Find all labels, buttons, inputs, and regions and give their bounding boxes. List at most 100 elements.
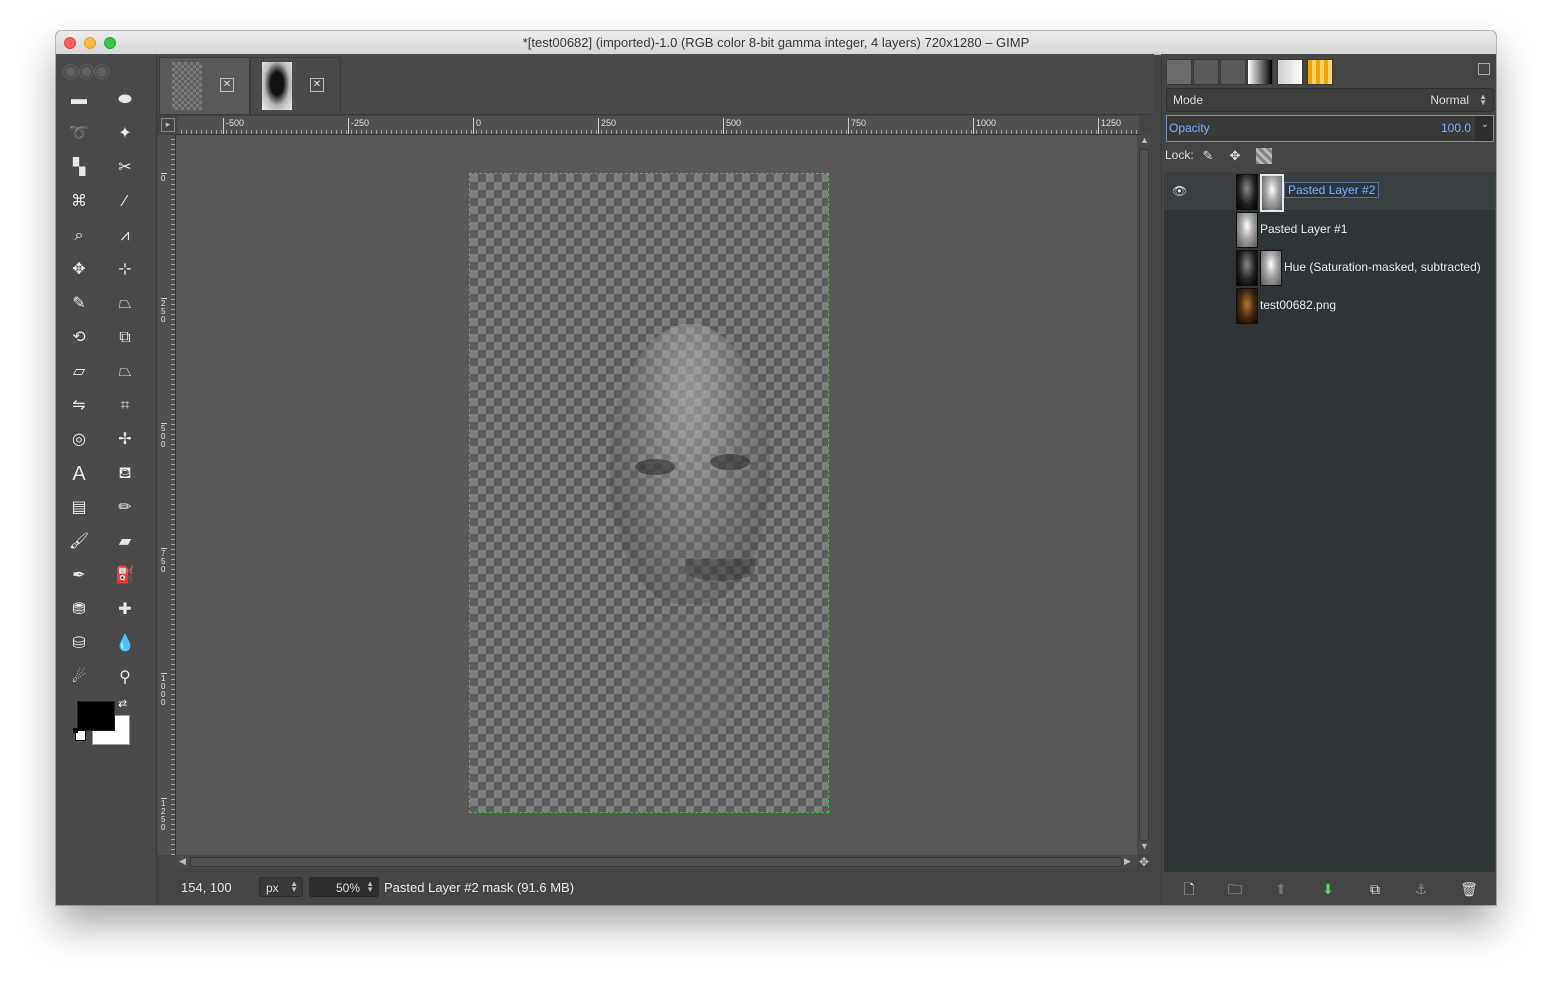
close-tab-icon[interactable]: ✕	[220, 78, 234, 92]
quick-mask-toggle-icon[interactable]: ▸	[161, 118, 175, 132]
zoom-icon[interactable]: ⌕	[66, 223, 92, 249]
scroll-up-icon[interactable]: ▲	[1140, 135, 1149, 145]
scissors-select-icon[interactable]: ✂	[112, 155, 138, 181]
layers-buttons: 🗋 🗀 ⬆ ⬇ ⧉ ⚓ 🗑	[1162, 872, 1496, 905]
ruler-label: 0	[161, 173, 167, 183]
layer-mode-select[interactable]: Mode Normal ▲ ▼	[1166, 88, 1494, 112]
chevron-down-icon[interactable]: ⌄	[1481, 120, 1489, 130]
fuzzy-select-icon[interactable]: ✦	[112, 121, 138, 147]
cage-transform-icon[interactable]: ⌗	[112, 393, 138, 419]
pencil-icon[interactable]: ✏	[112, 495, 138, 521]
anchor-layer-icon[interactable]: ⚓	[1412, 880, 1430, 898]
gradient-tab-icon[interactable]	[1247, 59, 1273, 85]
bucket-fill-icon[interactable]: ⛾	[112, 461, 138, 487]
face-detail	[630, 614, 740, 734]
patterns-tab-icon[interactable]	[1277, 59, 1303, 85]
dodge-burn-icon[interactable]: ⚲	[112, 665, 138, 691]
horizontal-ruler[interactable]: -500 -250 0 250 500 750 1000 1250	[177, 116, 1139, 135]
default-colors-icon[interactable]	[73, 728, 86, 741]
unit-select[interactable]: px ▲ ▼	[259, 877, 303, 897]
chevron-updown-icon: ▲ ▼	[290, 879, 298, 894]
align-icon[interactable]: ⊹	[112, 257, 138, 283]
zoom-select[interactable]: 50% ▲ ▼	[309, 877, 379, 897]
text-icon[interactable]: A	[66, 461, 92, 487]
heal-icon[interactable]: ✚	[112, 597, 138, 623]
scroll-right-icon[interactable]: ▶	[1124, 856, 1131, 867]
layer-name: test00682.png	[1260, 298, 1337, 312]
smudge-icon[interactable]: ☄	[66, 665, 92, 691]
perspective-icon[interactable]: ⏢	[112, 359, 138, 385]
layers-tab-icon[interactable]	[1166, 59, 1192, 85]
scroll-down-icon[interactable]: ▼	[1140, 841, 1149, 851]
scrollbar-thumb[interactable]	[190, 857, 1122, 867]
layer-row[interactable]: Pasted Layer #1	[1164, 210, 1495, 248]
blend-icon[interactable]: ▤	[66, 495, 92, 521]
scale-icon[interactable]: ⧉	[112, 325, 138, 351]
wilber-logo-icon: ◉◉◉	[62, 60, 110, 82]
perspective-clone-icon[interactable]: ⛁	[66, 631, 92, 657]
new-layer-icon[interactable]: 🗋	[1180, 880, 1198, 898]
horizontal-scrollbar[interactable]: ◀ ▶	[176, 855, 1137, 869]
rect-select-icon[interactable]: ▬	[66, 87, 92, 113]
minimize-window-button[interactable]	[84, 37, 96, 49]
lock-pixels-icon[interactable]: ✎	[1200, 148, 1216, 164]
palettes-tab-icon[interactable]	[1307, 59, 1333, 85]
channels-tab-icon[interactable]	[1193, 59, 1219, 85]
unified-transform-icon[interactable]: ⏢	[112, 291, 138, 317]
undo-history-tab-icon[interactable]	[1220, 59, 1246, 85]
opacity-fill	[1167, 116, 1475, 141]
new-layer-group-icon[interactable]: 🗀	[1226, 880, 1244, 898]
select-by-color-icon[interactable]: ▚	[66, 155, 92, 181]
measure-icon[interactable]: ⩘	[112, 223, 138, 249]
lock-alpha-icon[interactable]	[1256, 148, 1272, 164]
free-select-icon[interactable]: ➰	[66, 121, 92, 147]
vertical-scrollbar[interactable]: ▲ ▼	[1137, 135, 1151, 855]
layer-mask-thumbnail[interactable]	[1260, 174, 1284, 212]
maximize-window-button[interactable]	[104, 37, 116, 49]
vertical-ruler[interactable]: 0 250 500 750 1000 1250	[157, 135, 176, 855]
ink-icon[interactable]: ⛽	[112, 563, 138, 589]
eraser-icon[interactable]: ▰	[112, 529, 138, 555]
blur-icon[interactable]: 💧	[112, 631, 138, 657]
shear-icon[interactable]: ▱	[66, 359, 92, 385]
image-tab-2[interactable]: ✕	[249, 57, 341, 115]
layer-row[interactable]: test00682.png	[1164, 286, 1495, 324]
layers-dock: Mode Normal ▲ ▼ Opacity 100.0 ⌄ Lock: ✎ ✥…	[1161, 54, 1496, 905]
close-window-button[interactable]	[64, 37, 76, 49]
clone-icon[interactable]: ⛃	[66, 597, 92, 623]
canvas-area[interactable]	[176, 135, 1137, 855]
move-icon[interactable]: ✥	[66, 257, 92, 283]
image-canvas[interactable]	[469, 173, 829, 813]
layer-name[interactable]: Pasted Layer #2	[1284, 182, 1380, 198]
navigate-icon[interactable]: ✥	[1139, 855, 1149, 869]
duplicate-layer-icon[interactable]: ⧉	[1366, 880, 1384, 898]
rotate-icon[interactable]: ⟲	[66, 325, 92, 351]
ellipse-select-icon[interactable]: ⬬	[112, 87, 138, 113]
airbrush-icon[interactable]: ✒	[66, 563, 92, 589]
lock-position-icon[interactable]: ✥	[1227, 148, 1243, 164]
close-tab-icon[interactable]: ✕	[310, 78, 324, 92]
layer-row[interactable]: Hue (Saturation-masked, subtracted)	[1164, 248, 1495, 286]
color-picker-icon[interactable]: ⁄	[112, 189, 138, 215]
flip-icon[interactable]: ⇋	[66, 393, 92, 419]
paths-icon[interactable]: ⌘	[66, 189, 92, 215]
scrollbar-thumb[interactable]	[1139, 149, 1149, 841]
eye-icon[interactable]: 👁	[1172, 184, 1187, 198]
lower-layer-icon[interactable]: ⬇	[1319, 880, 1337, 898]
handle-transform-icon[interactable]: ✢	[112, 427, 138, 453]
scroll-left-icon[interactable]: ◀	[179, 856, 186, 867]
delete-layer-icon[interactable]: 🗑	[1460, 880, 1478, 898]
opacity-label: Opacity	[1169, 121, 1210, 135]
layer-row[interactable]: 👁 Pasted Layer #2	[1164, 172, 1495, 212]
foreground-color-swatch[interactable]	[77, 701, 115, 731]
crop-icon[interactable]: ✎	[66, 291, 92, 317]
layer-mask-thumbnail[interactable]	[1260, 250, 1282, 286]
paintbrush-icon[interactable]: 🖌	[66, 529, 92, 555]
image-tab-1[interactable]: ✕	[159, 57, 251, 115]
lock-row: Lock: ✎ ✥	[1165, 148, 1272, 168]
dock-menu-icon[interactable]	[1478, 63, 1490, 75]
swap-colors-icon[interactable]: ⇄	[118, 697, 127, 710]
opacity-slider[interactable]: Opacity 100.0 ⌄	[1166, 115, 1494, 142]
warp-icon[interactable]: ◎	[66, 427, 92, 453]
raise-layer-icon[interactable]: ⬆	[1272, 880, 1290, 898]
